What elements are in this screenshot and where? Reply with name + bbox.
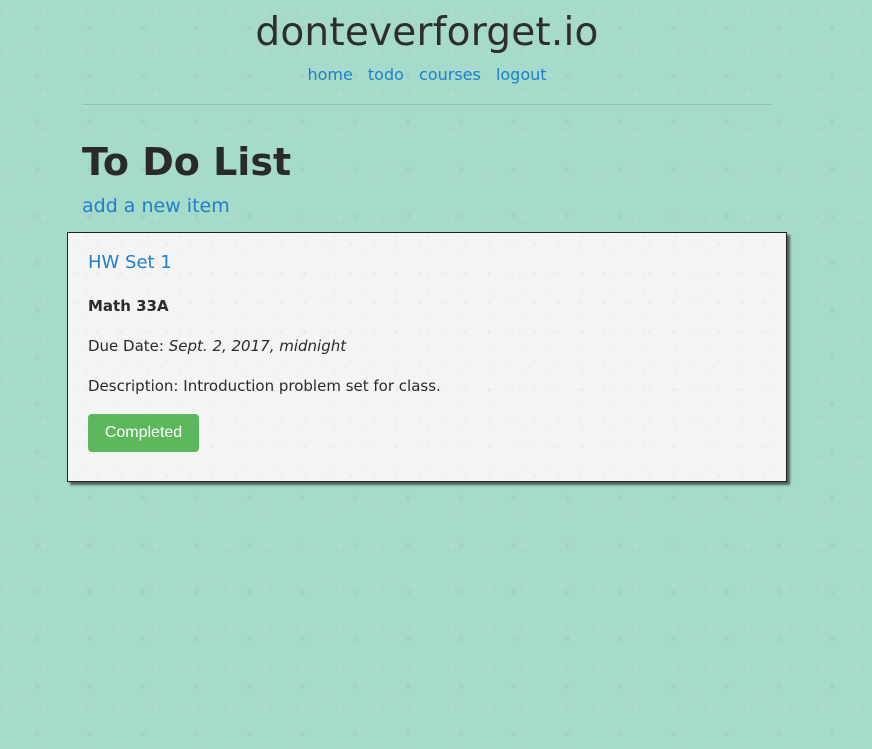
due-date-label: Due Date:: [88, 337, 164, 355]
todo-item-title-link[interactable]: HW Set 1: [88, 251, 172, 275]
nav-link-courses[interactable]: courses: [419, 65, 481, 84]
description-label: Description:: [88, 377, 179, 395]
nav-link-todo[interactable]: todo: [368, 65, 404, 84]
add-new-item-link[interactable]: add a new item: [82, 194, 230, 218]
main-nav: home todo courses logout: [82, 65, 772, 85]
nav-link-home[interactable]: home: [307, 65, 352, 84]
nav-link-logout[interactable]: logout: [496, 65, 547, 84]
due-date-value: Sept. 2, 2017, midnight: [168, 337, 347, 355]
page-title: To Do List: [82, 140, 292, 184]
completed-button[interactable]: Completed: [88, 414, 199, 452]
todo-item-due-date: Due Date: Sept. 2, 2017, midnight: [88, 336, 346, 356]
todo-item-description: Description: Introduction problem set fo…: [88, 376, 441, 396]
todo-item-course: Math 33A: [88, 297, 169, 315]
description-value: Introduction problem set for class.: [183, 377, 441, 395]
site-title: donteverforget.io: [255, 10, 599, 55]
todo-item-card: HW Set 1 Math 33A Due Date: Sept. 2, 201…: [67, 232, 787, 482]
site-header: donteverforget.io home todo courses logo…: [82, 0, 772, 105]
